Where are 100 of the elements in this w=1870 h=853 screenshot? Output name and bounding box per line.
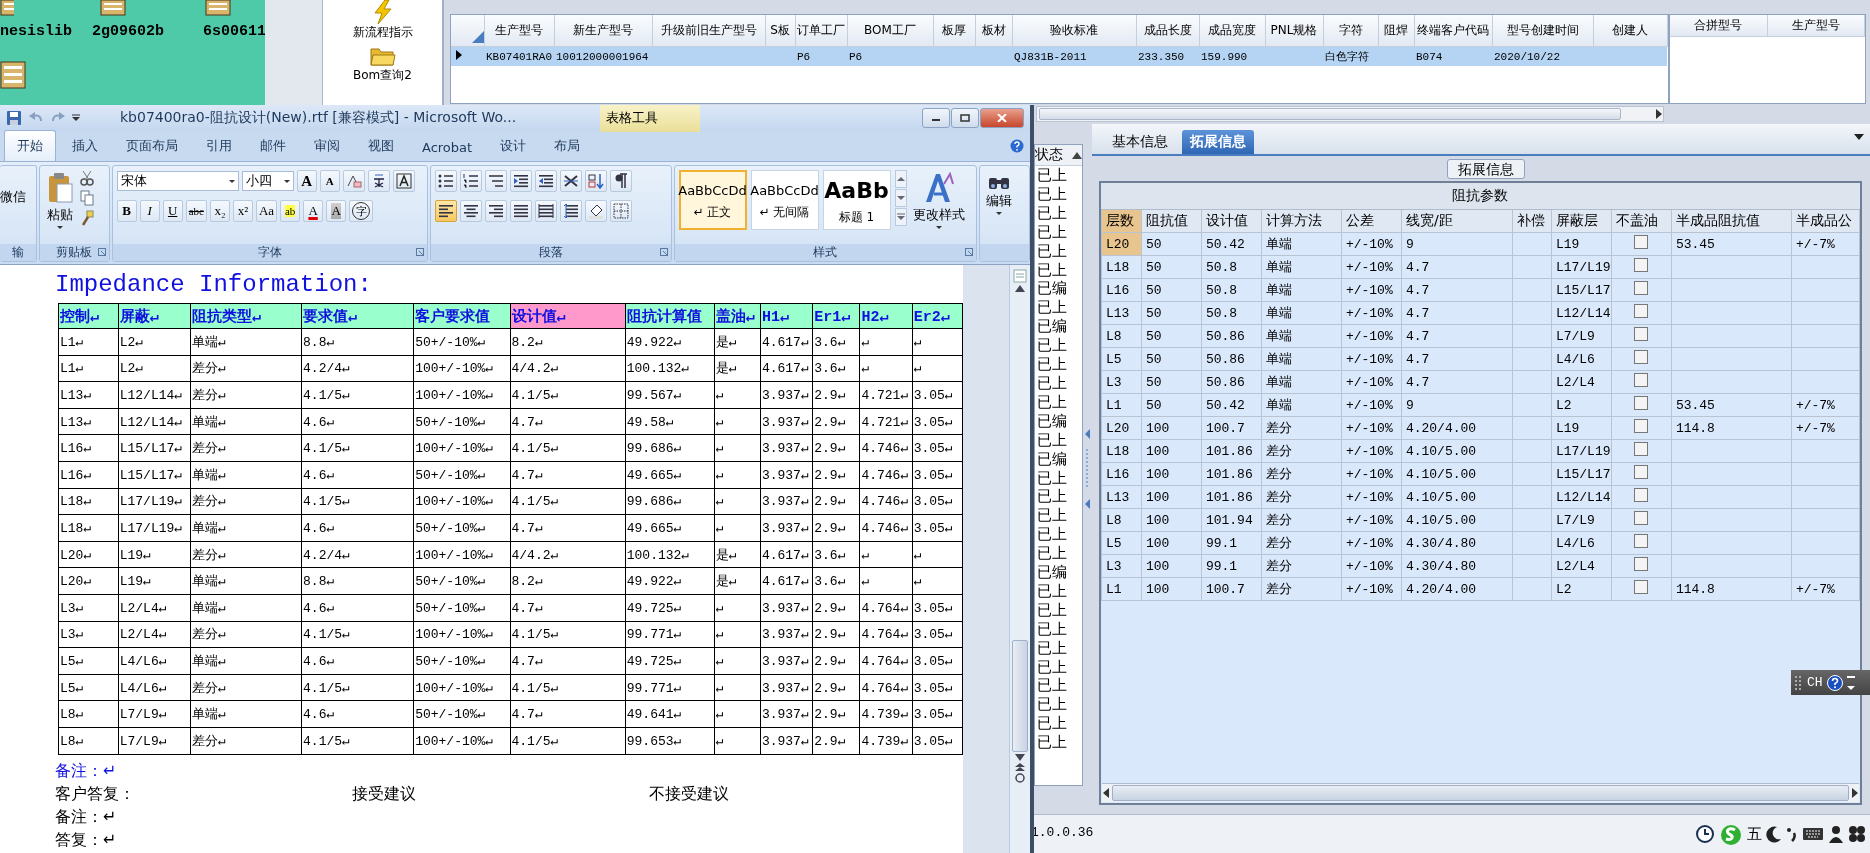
dropdown-icon[interactable] [1854, 134, 1864, 140]
column-header[interactable]: 生产型号 [484, 15, 554, 47]
ribbon-tab[interactable]: 邮件 [248, 131, 298, 161]
caret-icon[interactable] [56, 226, 63, 229]
column-header[interactable]: S板 [765, 15, 795, 47]
paint-bucket-button[interactable] [584, 200, 607, 222]
format-button[interactable]: abc [185, 200, 207, 222]
moon-icon[interactable] [1766, 825, 1782, 843]
list-item[interactable]: 已上 [1035, 468, 1082, 488]
letter-a-icon[interactable] [923, 172, 954, 204]
checkbox[interactable] [1634, 396, 1649, 410]
column-header[interactable]: 订单工厂 [795, 15, 847, 47]
tab[interactable]: 基本信息 [1103, 130, 1176, 154]
list-item[interactable]: 已上 [1035, 222, 1082, 242]
gallery-down-button[interactable] [894, 189, 907, 207]
arrow-right-icon[interactable] [1851, 788, 1859, 798]
customize-icon[interactable] [72, 114, 80, 122]
caret-icon[interactable] [995, 212, 1002, 215]
cross-arrows-button[interactable] [559, 170, 582, 192]
style-item[interactable]: AaBbCcDd ↵ 无间隔 [750, 170, 819, 230]
format-button[interactable]: x₂ [209, 200, 230, 222]
scroll-thumb[interactable] [1039, 108, 1621, 120]
file-icon[interactable] [0, 60, 26, 90]
punctuation-icon[interactable] [1786, 825, 1798, 843]
options-icon[interactable] [1846, 674, 1855, 691]
format-button[interactable]: 字 [349, 200, 374, 222]
scrollbar[interactable] [1036, 106, 1664, 122]
close-button[interactable] [980, 108, 1024, 128]
format-button[interactable]: B [116, 200, 137, 222]
list-item[interactable]: 已上 [1035, 392, 1082, 412]
grid-icon[interactable] [1848, 825, 1866, 843]
checkbox[interactable] [1634, 281, 1649, 295]
checkbox[interactable] [1634, 534, 1649, 548]
caret-icon[interactable] [935, 226, 942, 229]
column-header[interactable]: 阻焊 [1378, 15, 1414, 47]
format-button[interactable]: ab [280, 200, 301, 222]
list-item[interactable]: 已上 [1035, 733, 1082, 753]
find-button[interactable]: 编辑 [983, 170, 1014, 244]
column-header[interactable]: 验收标准 [1012, 15, 1136, 47]
column-header[interactable]: 板材 [975, 15, 1012, 47]
restore-button[interactable] [951, 108, 979, 128]
phonetic-button[interactable] [367, 170, 390, 192]
checkbox[interactable] [1634, 465, 1649, 479]
scrollbar[interactable] [1009, 265, 1030, 853]
scissors-icon[interactable] [79, 170, 94, 186]
list-item[interactable]: 已上 [1035, 525, 1082, 545]
format-button[interactable]: x² [232, 200, 253, 222]
paragraph-mark-button[interactable] [609, 170, 632, 192]
ribbon-tab[interactable]: 插入 [60, 131, 110, 161]
checkbox[interactable] [1634, 557, 1649, 571]
checkbox[interactable] [1634, 235, 1649, 249]
sort-button[interactable] [584, 170, 607, 192]
input-mode[interactable]: 五 [1747, 825, 1762, 843]
file-icon[interactable] [0, 0, 14, 16]
dialog-launcher-icon[interactable] [659, 248, 668, 256]
previous-page-icon[interactable] [1015, 763, 1025, 771]
outdent-button[interactable] [534, 170, 557, 192]
list-item[interactable]: 已编 [1035, 449, 1082, 469]
input-method-icon[interactable] [1719, 823, 1743, 845]
column-header[interactable]: 创建人 [1593, 15, 1667, 47]
column-header[interactable]: PNL规格 [1265, 15, 1323, 47]
list-item[interactable]: 已编 [1035, 563, 1082, 582]
list-item[interactable]: 已上 [1035, 373, 1082, 393]
scrollbar[interactable] [1101, 783, 1859, 802]
lightning-icon[interactable] [371, 0, 394, 24]
file-label[interactable]: nesislib [0, 23, 72, 40]
folder-icon[interactable] [369, 45, 396, 67]
grow-font-button[interactable]: A [296, 170, 317, 192]
list-item[interactable]: 已上 [1035, 714, 1082, 734]
column-header[interactable]: 成品长度 [1136, 15, 1199, 47]
shrink-font-button[interactable]: A [319, 170, 340, 192]
wechat-button[interactable]: 微信 [0, 186, 28, 244]
scroll-up-icon[interactable] [1071, 151, 1082, 159]
list-item[interactable]: 已上 [1035, 298, 1082, 318]
checkbox[interactable] [1634, 511, 1649, 525]
restore-icon[interactable] [960, 114, 970, 122]
column-header[interactable]: 层数 [1101, 209, 1142, 233]
list-item[interactable]: 已上 [1035, 166, 1082, 185]
splitter-handle[interactable] [1084, 429, 1090, 509]
person-icon[interactable] [1828, 825, 1844, 843]
file-label[interactable]: 2g09602b [92, 23, 164, 40]
column-header[interactable]: 半成品阻抗值 [1671, 209, 1792, 233]
column-header[interactable]: 线宽/距 [1401, 209, 1513, 233]
list-item[interactable]: 已上 [1035, 487, 1082, 507]
bordered-a-button[interactable] [392, 170, 415, 192]
list-item[interactable]: 已上 [1035, 430, 1082, 450]
font-size-field[interactable]: 小四 [241, 171, 294, 191]
list-item[interactable]: 已上 [1035, 619, 1082, 639]
bullet-list-button[interactable] [434, 170, 457, 192]
format-button[interactable]: U [162, 200, 183, 222]
checkbox[interactable] [1634, 327, 1649, 341]
scroll-thumb[interactable] [1111, 785, 1849, 801]
scroll-up-icon[interactable] [1015, 285, 1025, 292]
close-icon[interactable] [997, 114, 1007, 122]
checkbox[interactable] [1634, 419, 1649, 433]
file-icon[interactable] [205, 0, 231, 16]
checkbox[interactable] [1634, 580, 1649, 594]
column-header[interactable]: 字符 [1323, 15, 1378, 47]
list-item[interactable]: 已上 [1035, 657, 1082, 677]
list-item[interactable]: 已上 [1035, 203, 1082, 223]
